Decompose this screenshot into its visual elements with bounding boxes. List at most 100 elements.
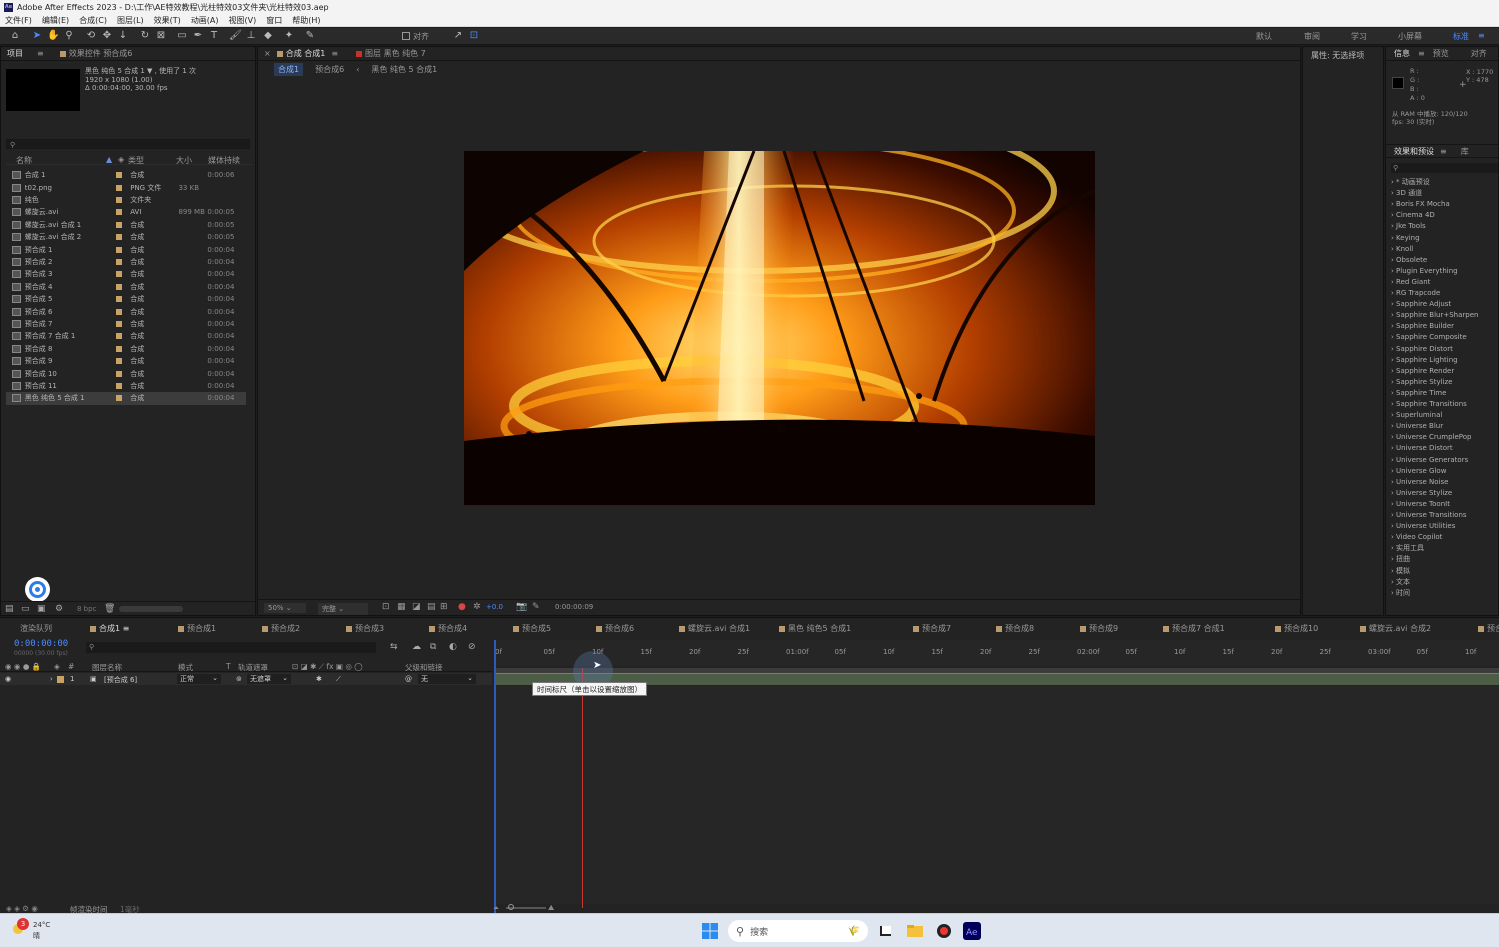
- col-name[interactable]: 名称: [6, 155, 106, 165]
- effect-category[interactable]: › Universe Utilities: [1391, 522, 1455, 530]
- effect-category[interactable]: › 文本: [1391, 578, 1410, 586]
- tab-effect-controls[interactable]: 效果控件 预合成6: [69, 49, 133, 58]
- menu-icon[interactable]: ≡: [1440, 147, 1447, 156]
- axis-tool-icon[interactable]: ↗: [452, 30, 464, 42]
- label-color[interactable]: [116, 246, 123, 253]
- timeline-tab[interactable]: 预合成7: [913, 623, 951, 634]
- timeline-tab[interactable]: 合成1 ≡: [90, 623, 129, 634]
- col-t[interactable]: T: [226, 662, 231, 671]
- effect-category[interactable]: › Boris FX Mocha: [1391, 200, 1450, 208]
- tab-align[interactable]: 对齐: [1471, 48, 1487, 59]
- menu-file[interactable]: 文件(F): [0, 15, 37, 26]
- effect-category[interactable]: › * 动画预设: [1391, 178, 1430, 186]
- zoom-dropdown[interactable]: 50% ⌄: [264, 603, 306, 613]
- mask-visibility-icon[interactable]: ◪: [412, 602, 421, 612]
- label-color[interactable]: [116, 296, 123, 303]
- snap-checkbox[interactable]: [402, 32, 410, 40]
- after-effects-app-icon[interactable]: Ae: [962, 921, 982, 941]
- col-mode[interactable]: 模式: [178, 662, 193, 673]
- breadcrumb-item[interactable]: 预合成6: [315, 64, 344, 75]
- label-color[interactable]: [116, 196, 123, 203]
- col-duration[interactable]: 媒体持续: [208, 155, 248, 165]
- anchor-tool-icon[interactable]: ⊠: [155, 30, 167, 42]
- project-item[interactable]: 预合成 8 合成 0:00:04: [6, 343, 246, 355]
- effect-category[interactable]: › Plugin Everything: [1391, 267, 1458, 275]
- label-color[interactable]: [116, 234, 123, 241]
- effect-category[interactable]: › Obsolete: [1391, 256, 1427, 264]
- orbit-tool-icon[interactable]: ⟲: [85, 30, 97, 42]
- new-folder-icon[interactable]: ▭: [21, 604, 30, 614]
- effect-category[interactable]: › Sapphire Transitions: [1391, 400, 1467, 408]
- effect-category[interactable]: › Universe Blur: [1391, 422, 1443, 430]
- menu-icon[interactable]: ≡: [37, 49, 44, 58]
- timeline-tab[interactable]: 预合成6: [596, 623, 634, 634]
- recording-indicator[interactable]: [25, 577, 50, 602]
- workspace-review[interactable]: 审阅: [1304, 31, 1320, 42]
- label-color[interactable]: [116, 358, 123, 365]
- timeline-tab[interactable]: 螺旋云.avi 合成1: [679, 623, 750, 634]
- label-color[interactable]: [116, 283, 123, 290]
- effect-category[interactable]: › 实用工具: [1391, 544, 1424, 552]
- parent-dropdown[interactable]: 无 ⌄: [418, 674, 476, 684]
- effect-category[interactable]: › Red Giant: [1391, 278, 1430, 286]
- project-item[interactable]: 螺旋云.avi AVI 899 MB 0:00:05: [6, 206, 246, 218]
- pickwhip-icon[interactable]: @: [405, 675, 412, 683]
- col-size[interactable]: 大小: [176, 155, 208, 165]
- effect-category[interactable]: › 时间: [1391, 589, 1410, 597]
- comp-mini-flowchart-icon[interactable]: ⇆: [390, 642, 398, 652]
- motion-blur-icon[interactable]: ◐: [449, 642, 457, 652]
- rotate-tool-icon[interactable]: ↻: [139, 30, 151, 42]
- effect-category[interactable]: › Universe Transitions: [1391, 511, 1467, 519]
- zoom-tool-icon[interactable]: ⚲: [63, 30, 75, 42]
- menu-composition[interactable]: 合成(C): [74, 15, 112, 26]
- eraser-tool-icon[interactable]: ◆: [262, 30, 274, 42]
- effect-category[interactable]: › 模拟: [1391, 567, 1410, 575]
- timeline-tab[interactable]: 预合成: [1478, 623, 1499, 634]
- tab-preview[interactable]: 预览: [1433, 48, 1449, 59]
- label-color[interactable]: [116, 271, 123, 278]
- project-item[interactable]: 预合成 9 合成 0:00:04: [6, 355, 246, 367]
- timeline-tab[interactable]: 预合成1: [178, 623, 216, 634]
- matte-link-icon[interactable]: ⊚: [236, 675, 242, 683]
- menu-layer[interactable]: 图层(L): [112, 15, 149, 26]
- tab-layer[interactable]: 图层 黑色 纯色 7: [365, 49, 426, 58]
- effect-category[interactable]: › Sapphire Builder: [1391, 322, 1454, 330]
- effect-category[interactable]: › Sapphire Distort: [1391, 345, 1453, 353]
- menu-help[interactable]: 帮助(H): [287, 15, 325, 26]
- tab-library[interactable]: 库: [1461, 146, 1469, 157]
- effect-category[interactable]: › Universe CrumplePop: [1391, 433, 1471, 441]
- sort-asc-icon[interactable]: ▲: [106, 155, 118, 164]
- effect-category[interactable]: › RG Trapcode: [1391, 289, 1440, 297]
- timeline-tab[interactable]: 渲染队列: [20, 623, 52, 634]
- effect-category[interactable]: › Sapphire Stylize: [1391, 378, 1453, 386]
- show-snapshot-icon[interactable]: ✎: [532, 602, 540, 612]
- time-ruler[interactable]: 0f 05f 10f 15f 20f 25f 01:00f 05f 10f 15f 20f 25f 02…: [495, 640, 1499, 666]
- viewer-timecode[interactable]: 0:00:00:09: [555, 603, 593, 611]
- pen-tool-icon[interactable]: ✒: [192, 30, 204, 42]
- puppet-tool-icon[interactable]: ✎: [304, 30, 316, 42]
- brush-tool-icon[interactable]: 🖌: [229, 30, 242, 42]
- effect-category[interactable]: › Jke Tools: [1391, 222, 1426, 230]
- color-management-icon[interactable]: ✲: [473, 602, 481, 612]
- composition-canvas[interactable]: [464, 151, 1095, 505]
- color-channel-icon[interactable]: ●: [458, 602, 466, 612]
- label-color[interactable]: [116, 221, 123, 228]
- guides-icon[interactable]: ▤: [427, 602, 436, 612]
- project-item[interactable]: 预合成 3 合成 0:00:04: [6, 268, 246, 280]
- current-time-display[interactable]: 0:00:00:00: [14, 639, 68, 649]
- timeline-tab[interactable]: 预合成2: [262, 623, 300, 634]
- current-time-indicator[interactable]: [494, 640, 496, 914]
- workspace-small-screen[interactable]: 小屏幕: [1398, 31, 1422, 42]
- close-icon[interactable]: ×: [264, 49, 271, 58]
- timeline-tab[interactable]: 预合成7 合成1: [1163, 623, 1225, 634]
- effect-category[interactable]: › Universe Stylize: [1391, 489, 1452, 497]
- timeline-tab[interactable]: 预合成4: [429, 623, 467, 634]
- pan-tool-icon[interactable]: ✥: [101, 30, 113, 42]
- roi-icon[interactable]: ⊡: [382, 602, 390, 612]
- collapse-switch-icon[interactable]: ✱: [316, 675, 322, 683]
- project-item[interactable]: 预合成 7 合成 0:00:04: [6, 318, 246, 330]
- effect-category[interactable]: › Sapphire Time: [1391, 389, 1446, 397]
- effect-category[interactable]: › Universe Glow: [1391, 467, 1446, 475]
- transparency-grid-icon[interactable]: ▦: [397, 602, 406, 612]
- workspace-default[interactable]: 默认: [1256, 31, 1272, 42]
